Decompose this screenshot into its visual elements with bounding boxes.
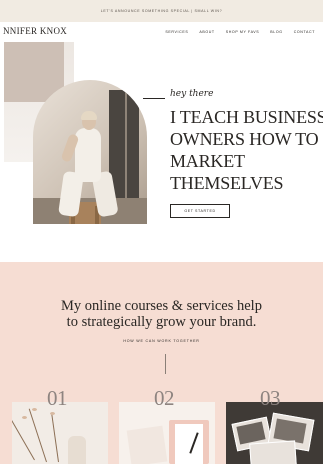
- photo-print: [249, 440, 297, 464]
- photo-paper: [126, 425, 168, 464]
- offering-card-1[interactable]: [12, 402, 108, 464]
- nav-link-contact[interactable]: CONTACT: [294, 30, 315, 34]
- get-started-label: GET STARTED: [184, 209, 216, 213]
- offering-number-2: 02: [154, 386, 175, 410]
- offering-card-3[interactable]: [226, 402, 323, 464]
- nav-link-shop[interactable]: SHOP MY FAVS: [226, 30, 260, 34]
- announcement-text: LET'S ANNOUNCE SOMETHING SPECIAL | SMALL…: [100, 9, 223, 13]
- offering-number-3: 03: [260, 386, 281, 410]
- photo-vase: [68, 436, 86, 464]
- photo-person-hair: [81, 111, 97, 120]
- photo-dried-stem: [51, 412, 59, 463]
- announcement-bar: LET'S ANNOUNCE SOMETHING SPECIAL | SMALL…: [0, 0, 323, 22]
- hero-headline: I TEACH BUSINESS OWNERS HOW TO MARKET TH…: [170, 106, 323, 194]
- tagline-line: My online courses & services help: [61, 298, 262, 314]
- photo-dried-bud: [22, 416, 27, 419]
- services-tagline: My online courses & services help to str…: [0, 298, 323, 330]
- hero-headline-line: MARKET: [170, 151, 245, 171]
- get-started-button[interactable]: GET STARTED: [170, 204, 230, 218]
- photo-window: [109, 90, 139, 198]
- services-intro-section: My online courses & services help to str…: [0, 262, 323, 464]
- photo-dried-bud: [50, 412, 55, 415]
- brand-logo[interactable]: NNIFER KNOX: [3, 26, 67, 36]
- photo-window-frame: [125, 90, 127, 198]
- nav-link-about[interactable]: ABOUT: [199, 30, 214, 34]
- services-subheading: HOW WE CAN WORK TOGETHER: [123, 339, 200, 343]
- header-nav: NNIFER KNOX SERVICES ABOUT SHOP MY FAVS …: [0, 22, 323, 42]
- photo-paper: [175, 424, 203, 464]
- photo-dried-stem: [12, 416, 35, 461]
- hero-script-greeting: hey there: [170, 89, 214, 99]
- photo-person-body: [75, 128, 101, 182]
- photo-dried-bud: [32, 408, 37, 411]
- tagline-line: to strategically grow your brand.: [66, 314, 257, 330]
- nav-link-blog[interactable]: BLOG: [270, 30, 282, 34]
- hero-divider-line: [143, 98, 165, 99]
- offering-card-2[interactable]: [119, 402, 215, 464]
- offering-number-1: 01: [47, 386, 68, 410]
- hero-headline-line: I TEACH BUSINESS: [170, 107, 323, 127]
- hero-headline-line: THEMSELVES: [170, 173, 284, 193]
- section-divider-line: [165, 354, 166, 374]
- nav-link-services[interactable]: SERVICES: [165, 30, 188, 34]
- hero-section: hey there I TEACH BUSINESS OWNERS HOW TO…: [0, 42, 323, 262]
- hero-portrait-photo: [33, 80, 147, 224]
- hero-headline-line: OWNERS HOW TO: [170, 129, 319, 149]
- main-menu: SERVICES ABOUT SHOP MY FAVS BLOG CONTACT: [165, 30, 315, 34]
